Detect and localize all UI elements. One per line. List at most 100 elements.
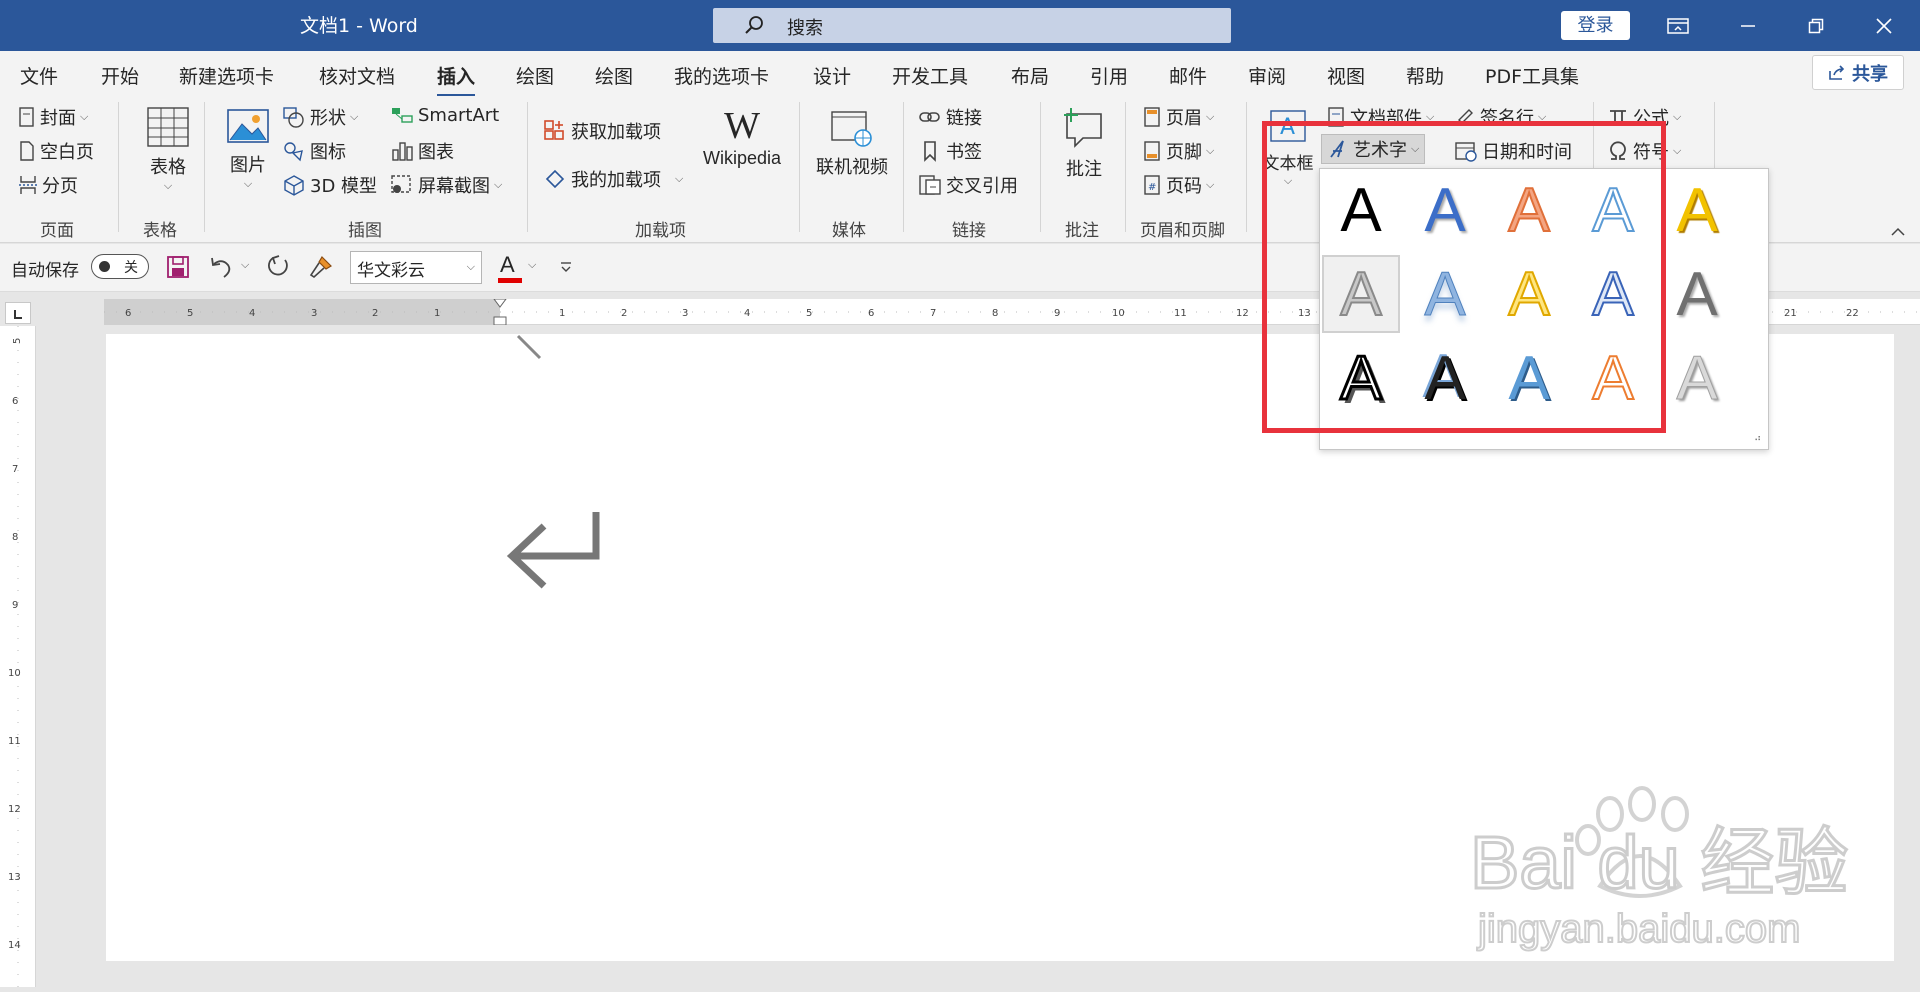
svg-text:2: 2 [621,308,627,319]
tab-pdf-tools[interactable]: PDF工具集 [1485,62,1579,89]
bookmark-button[interactable]: 书签 [918,138,982,164]
tab-draw-2[interactable]: 绘图 [595,62,633,89]
customize-qat-button[interactable] [559,258,573,279]
close-button[interactable] [1849,0,1919,51]
page-break-button[interactable]: 分页 [18,172,78,198]
icons-button[interactable]: 图标 [282,138,346,164]
group-label-illustrations: 插图 [348,221,382,241]
tab-references[interactable]: 引用 [1090,62,1128,89]
share-button[interactable]: 共享 [1812,55,1904,90]
tab-developer[interactable]: 开发工具 [892,62,968,89]
watermark-url: jingyan.baidu.com [1477,907,1800,951]
paragraph-mark-icon [506,512,600,589]
tab-home[interactable]: 开始 [101,62,139,89]
watermark-brand: Bai du 经验 [1470,821,1848,904]
my-addins-button[interactable]: 我的加载项 ⌵ [543,166,683,192]
header-button[interactable]: 页眉 ⌵ [1142,104,1214,130]
screenshot-button[interactable]: 屏幕截图 ⌵ [390,172,502,198]
3d-model-button[interactable]: 3D 模型 [282,172,377,198]
tab-my-tab[interactable]: 我的选项卡 [674,62,769,89]
tab-view[interactable]: 视图 [1327,62,1365,89]
ribbon-display-options-button[interactable] [1643,0,1713,51]
cube-icon [284,175,304,196]
get-addins-button[interactable]: 获取加载项 [543,118,661,144]
svg-text:2: 2 [372,308,378,319]
tab-new[interactable]: 新建选项卡 [179,62,274,89]
svg-text:7: 7 [930,308,936,319]
comment-button[interactable]: 批注 [1054,106,1114,181]
vertical-ruler[interactable]: 5 6 7 8 9 10 11 12 13 14 [0,326,36,987]
collapse-ribbon-button[interactable] [1890,220,1906,241]
autosave-toggle[interactable]: 关 [91,254,149,279]
table-icon [147,107,189,147]
autosave-state: 关 [124,260,138,276]
font-color-icon: A [500,252,515,277]
restore-button[interactable] [1781,0,1851,51]
icons-icon [284,142,303,162]
svg-text:4: 4 [744,308,750,319]
svg-text:8: 8 [12,532,18,543]
format-painter-button[interactable] [308,254,334,285]
tab-mailings[interactable]: 邮件 [1169,62,1207,89]
smartart-button[interactable]: SmartArt [390,104,499,126]
online-video-button[interactable]: 联机视频 [810,108,894,179]
picture-button[interactable]: 图片 ⌵ [222,106,274,191]
tab-check-doc[interactable]: 核对文档 [319,62,395,89]
shapes-button[interactable]: 形状 ⌵ [282,104,358,130]
picture-icon [227,109,269,143]
svg-text:11: 11 [1174,308,1187,319]
close-icon [1876,17,1892,34]
undo-dropdown-icon[interactable]: ⌵ [241,258,249,272]
store-icon [544,120,564,140]
wordart-style-silver-gradient[interactable]: A [1658,339,1736,417]
tab-insert[interactable]: 插入 [437,62,476,97]
cover-page-button[interactable]: 封面 ⌵ [18,104,88,130]
font-color-button[interactable]: A [498,252,522,284]
svg-text:4: 4 [249,308,255,319]
svg-text:5: 5 [187,308,193,319]
cross-reference-icon [919,175,941,195]
resize-grip-icon[interactable]: ⠴ [1754,433,1761,444]
blank-page-button[interactable]: 空白页 [18,138,94,164]
paintbrush-icon [309,256,332,279]
font-name-select[interactable]: 华文彩云 ⌵ [350,251,482,284]
chart-button[interactable]: 图表 [390,138,454,164]
login-button[interactable]: 登录 [1561,11,1630,40]
smartart-icon [392,108,413,123]
svg-text:5: 5 [806,308,812,319]
footer-button[interactable]: 页脚 ⌵ [1142,138,1214,164]
cross-reference-button[interactable]: 交叉引用 [918,172,1018,198]
svg-text:6: 6 [125,308,131,319]
tab-review[interactable]: 审阅 [1248,62,1286,89]
minimize-button[interactable] [1713,0,1783,51]
wikipedia-icon: W [724,105,760,147]
group-label-addins: 加载项 [635,221,686,241]
group-label-media: 媒体 [832,221,866,241]
wordart-style-gray-gradient[interactable]: A [1658,255,1736,333]
page-number-button[interactable]: # 页码 ⌵ [1142,172,1214,198]
ribbon-display-icon [1667,17,1689,34]
svg-text:8: 8 [992,308,998,319]
save-button[interactable] [166,255,190,284]
link-button[interactable]: 链接 [918,104,982,130]
font-color-dropdown-icon[interactable]: ⌵ [528,258,536,272]
svg-text:10: 10 [8,668,21,679]
tab-design[interactable]: 设计 [813,62,851,89]
bar-chart-icon [392,142,413,161]
tab-help[interactable]: 帮助 [1406,62,1444,89]
undo-button[interactable] [208,255,236,284]
wordart-style-gold-fill[interactable]: A [1658,171,1736,249]
tab-layout[interactable]: 布局 [1011,62,1049,89]
svg-text:#: # [1148,182,1156,193]
search-box[interactable]: 搜索 [713,8,1231,43]
tab-file[interactable]: 文件 [20,62,58,89]
baidu-jingyan-watermark: Bai du 经验 jingyan.baidu.com [1470,786,1850,952]
redo-button[interactable] [265,254,291,285]
page-break-icon [19,176,37,194]
tab-draw-1[interactable]: 绘图 [516,62,554,89]
table-button[interactable]: 表格 ⌵ [138,106,198,193]
annotation-highlight-box [1262,121,1666,433]
wikipedia-button[interactable]: W Wikipedia [698,104,786,169]
tab-selector[interactable] [5,302,31,324]
group-label-links: 链接 [952,221,986,241]
